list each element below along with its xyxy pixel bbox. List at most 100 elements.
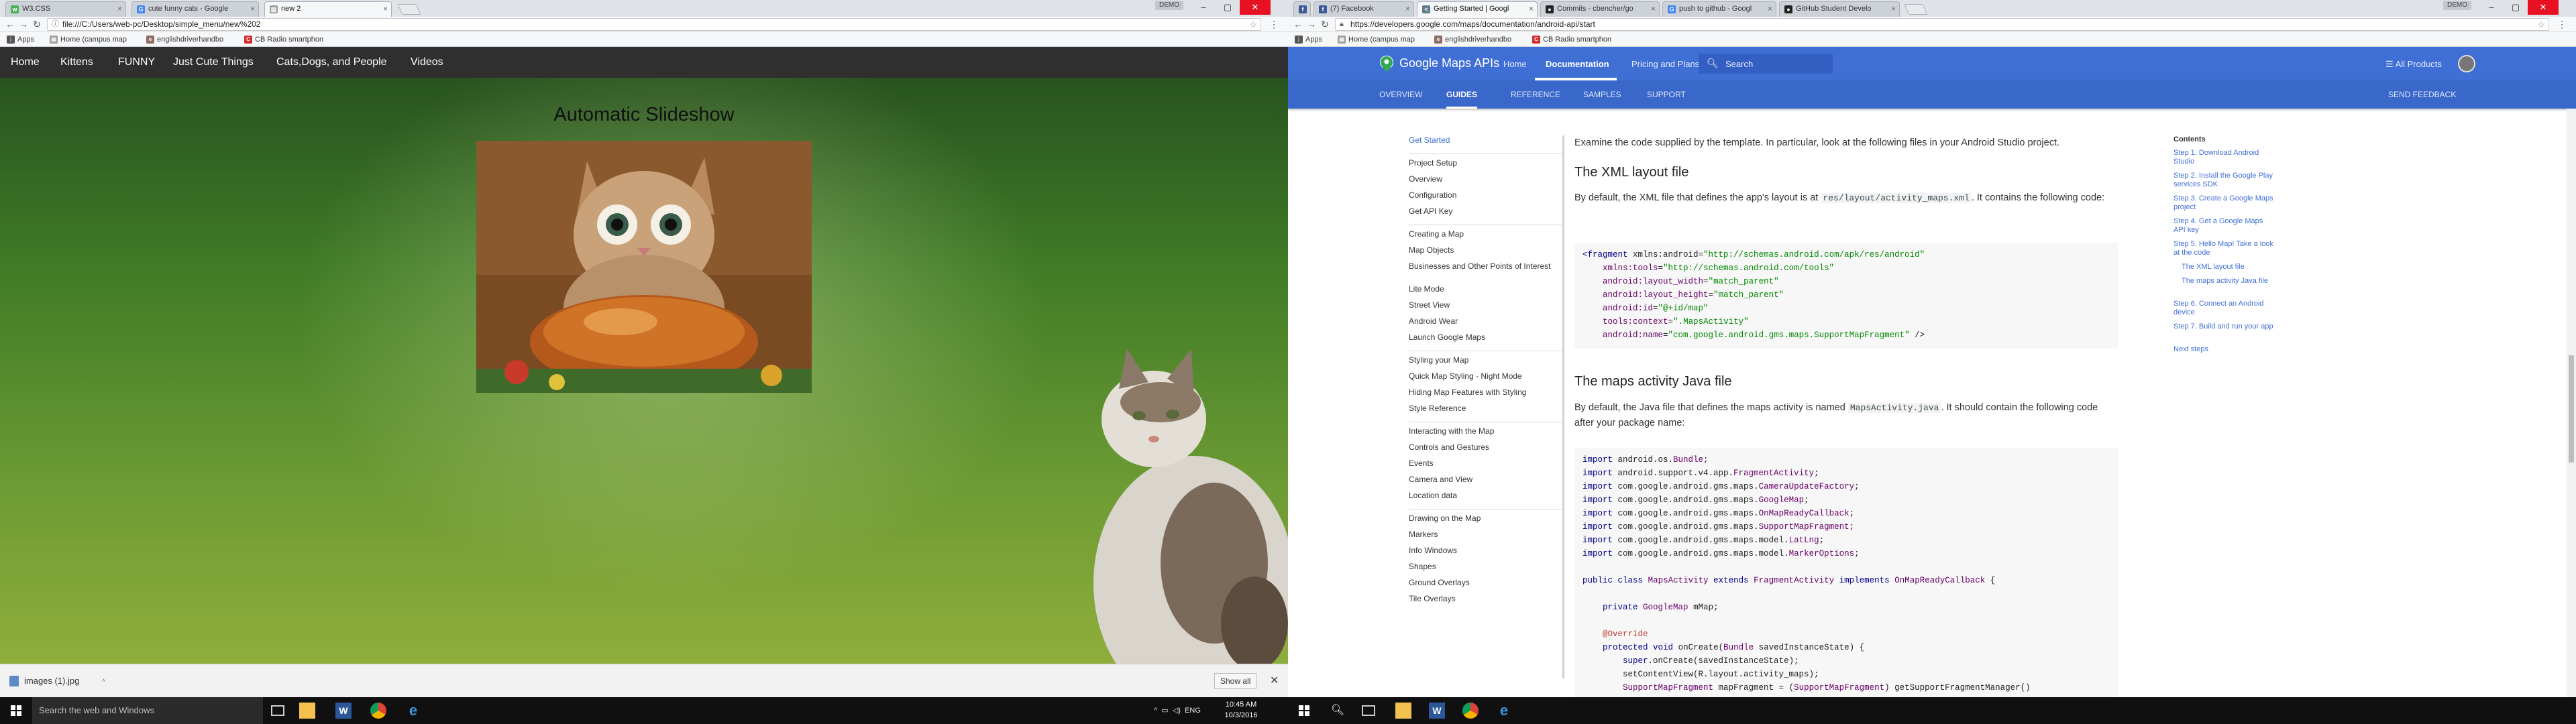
send-feedback-button[interactable]: SEND FEEDBACK (2388, 80, 2456, 109)
nav-item-launch-google-maps[interactable]: Launch Google Maps (1409, 333, 1563, 342)
tab-close-icon[interactable]: × (1768, 2, 1772, 16)
header-link-home[interactable]: Home (1503, 59, 1527, 69)
tab-getting-started[interactable]: < Getting Started | Googl × (1417, 1, 1538, 17)
toc-item-the-xml-layout-file[interactable]: The XML layout file (2182, 263, 2274, 272)
tab-close-icon[interactable]: × (1529, 2, 1534, 16)
file-explorer-icon[interactable] (299, 703, 315, 719)
nav-item-camera-and-view[interactable]: Camera and View (1409, 475, 1563, 484)
tab-push-to-github[interactable]: G push to github - Googl × (1662, 1, 1776, 17)
nav-home[interactable]: Home (11, 47, 40, 78)
tab-close-icon[interactable]: × (1891, 2, 1896, 16)
nav-item-creating-a-map[interactable]: Creating a Map (1409, 229, 1563, 239)
close-download-bar-icon[interactable]: ✕ (1270, 674, 1279, 687)
toc-item-step-5-hello-map-take-a-look-at-the-code[interactable]: Step 5. Hello Map! Take a look at the co… (2174, 240, 2274, 257)
windows-start-icon[interactable] (0, 697, 32, 724)
close-window-icon[interactable]: ✕ (2528, 0, 2559, 15)
toc-item-next-steps[interactable]: Next steps (2174, 345, 2274, 354)
tab-overview[interactable]: OVERVIEW (1379, 80, 1422, 109)
word-icon[interactable]: W (1429, 703, 1445, 719)
tab-close-icon[interactable]: × (1405, 2, 1410, 16)
toc-item-step-3-create-a-google-maps-project[interactable]: Step 3. Create a Google Maps project (2174, 194, 2274, 212)
reload-icon[interactable]: ↻ (1319, 18, 1331, 30)
nav-item-tile-overlays[interactable]: Tile Overlays (1409, 594, 1563, 603)
tab-w3css[interactable]: w W3.CSS × (5, 1, 126, 17)
new-tab-button[interactable] (397, 4, 421, 15)
tab-new-2[interactable]: ▤ new 2 × (264, 1, 392, 17)
volume-icon[interactable]: ◁) (1173, 707, 1181, 715)
edge-icon[interactable]: e (405, 703, 421, 719)
tab-close-icon[interactable]: × (117, 2, 122, 16)
bookmark-cb-radio[interactable]: C CB Radio smartphon (1532, 34, 1611, 45)
nav-item-markers[interactable]: Markers (1409, 530, 1563, 539)
back-arrow-icon[interactable]: ← (1292, 18, 1304, 30)
nav-item-events[interactable]: Events (1409, 459, 1563, 468)
forward-arrow-icon[interactable]: → (17, 18, 30, 30)
avatar[interactable] (2458, 55, 2475, 72)
toc-item-step-1-download-android-studio[interactable]: Step 1. Download Android Studio (2174, 149, 2274, 166)
nav-item-project-setup[interactable]: Project Setup (1409, 158, 1563, 168)
brand-title[interactable]: Google Maps APIs (1399, 56, 1499, 70)
tab-close-icon[interactable]: × (383, 2, 388, 16)
maximize-icon[interactable]: ▢ (1216, 0, 1240, 15)
chevron-up-icon[interactable]: ^ (1154, 707, 1157, 715)
nav-item-get-started[interactable]: Get Started (1409, 135, 1563, 145)
tab-github-student[interactable]: ● GitHub Student Develo × (1779, 1, 1900, 17)
nav-item-drawing-on-the-map[interactable]: Drawing on the Map (1409, 514, 1563, 523)
tab-cute-funny-cats[interactable]: G cute funny cats - Google × (131, 1, 259, 17)
chrome-icon[interactable] (1462, 703, 1479, 719)
nav-item-ground-overlays[interactable]: Ground Overlays (1409, 578, 1563, 587)
menu-icon[interactable]: ⋮ (1269, 18, 1279, 30)
tab-pinned-facebook[interactable]: f (1293, 1, 1311, 17)
minimize-icon[interactable]: – (2479, 0, 2504, 15)
nav-item-controls-and-gestures[interactable]: Controls and Gestures (1409, 442, 1563, 452)
bookmark-star-icon[interactable]: ☆ (2537, 19, 2545, 30)
nav-item-configuration[interactable]: Configuration (1409, 190, 1563, 200)
windows-start-icon[interactable] (1288, 697, 1320, 724)
back-arrow-icon[interactable]: ← (4, 18, 16, 30)
vertical-scrollbar[interactable] (2567, 109, 2576, 697)
tab-samples[interactable]: SAMPLES (1583, 80, 1621, 109)
clock[interactable]: 10:45 AM 10/3/2016 (1221, 699, 1261, 721)
toc-item-the-maps-activity-java-file[interactable]: The maps activity Java file (2182, 277, 2274, 286)
bookmark-star-icon[interactable]: ☆ (1249, 19, 1257, 30)
nav-videos[interactable]: Videos (411, 47, 443, 78)
nav-just-cute-things[interactable]: Just Cute Things (173, 47, 254, 78)
all-products-menu[interactable]: ☰ All Products (2385, 59, 2442, 70)
profile-badge[interactable]: DEMO (1155, 1, 1183, 10)
header-link-pricing[interactable]: Pricing and Plans (1631, 59, 1699, 69)
word-icon[interactable]: W (335, 703, 352, 719)
nav-cats-dogs-people[interactable]: Cats,Dogs, and People (276, 47, 387, 78)
maximize-icon[interactable]: ▢ (2504, 0, 2528, 15)
bookmark-driver-handbook[interactable]: e englishdriverhandbo (1434, 34, 1511, 45)
toc-item-step-4-get-a-google-maps-api-key[interactable]: Step 4. Get a Google Maps API key (2174, 217, 2274, 235)
bookmark-campus-map[interactable]: ▤ Home (campus map (1338, 34, 1415, 45)
search-box[interactable]: 🔍︎ Search (1699, 54, 1833, 74)
bookmark-campus-map[interactable]: ▤ Home (campus map (50, 34, 127, 45)
toc-item-step-7-build-and-run-your-app[interactable]: Step 7. Build and run your app (2174, 322, 2274, 331)
show-all-button[interactable]: Show all (1214, 673, 1257, 689)
edge-icon[interactable]: e (1496, 703, 1512, 719)
tab-commits[interactable]: ● Commits - cbencher/go × (1540, 1, 1660, 17)
nav-item-shapes[interactable]: Shapes (1409, 562, 1563, 571)
nav-item-overview[interactable]: Overview (1409, 174, 1563, 184)
chevron-up-icon[interactable]: ^ (102, 678, 105, 686)
tab-close-icon[interactable]: × (250, 2, 255, 16)
nav-item-hiding-map-features-with-styling[interactable]: Hiding Map Features with Styling (1409, 387, 1563, 397)
bookmark-driver-handbook[interactable]: e englishdriverhandbo (146, 34, 223, 45)
nav-item-location-data[interactable]: Location data (1409, 491, 1563, 500)
tab-reference[interactable]: REFERENCE (1511, 80, 1560, 109)
tab-guides[interactable]: GUIDES (1446, 80, 1478, 109)
task-view-icon[interactable] (271, 705, 284, 716)
nav-funny[interactable]: FUNNY (118, 47, 155, 78)
nav-item-style-reference[interactable]: Style Reference (1409, 404, 1563, 413)
taskbar-search-input[interactable]: Search the web and Windows (32, 697, 263, 724)
nav-item-quick-map-styling-night-mode[interactable]: Quick Map Styling - Night Mode (1409, 371, 1563, 381)
minimize-icon[interactable]: – (1191, 0, 1216, 15)
profile-badge[interactable]: DEMO (2443, 1, 2471, 10)
task-view-icon[interactable] (1362, 705, 1375, 716)
toc-item-step-2-install-the-google-play-services-sdk[interactable]: Step 2. Install the Google Play services… (2174, 172, 2274, 189)
tab-facebook[interactable]: f (7) Facebook × (1313, 1, 1414, 17)
slideshow-image[interactable] (476, 141, 812, 393)
chrome-icon[interactable] (370, 703, 386, 719)
nav-item-info-windows[interactable]: Info Windows (1409, 546, 1563, 555)
